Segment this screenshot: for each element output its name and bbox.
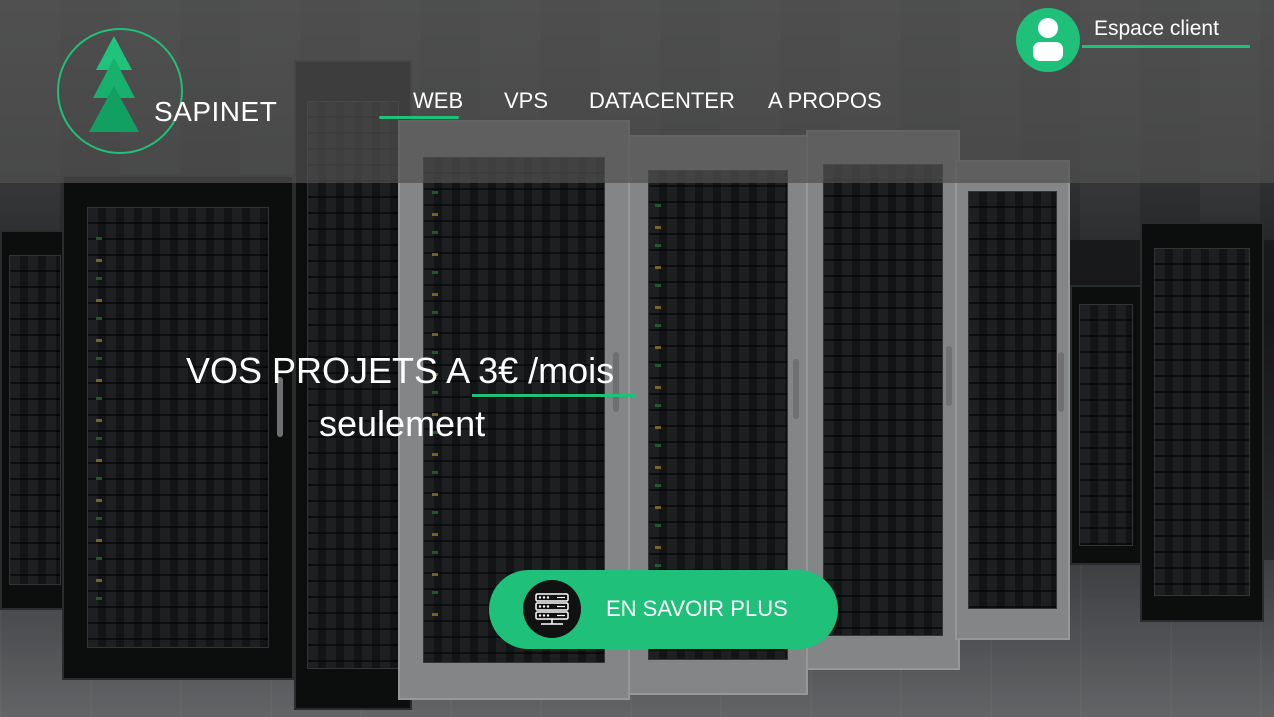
espace-client-label: Espace client — [1094, 17, 1219, 40]
sapinet-logo[interactable] — [57, 28, 183, 154]
active-nav-indicator — [379, 116, 459, 119]
espace-client-link[interactable]: Espace client — [1016, 8, 1250, 74]
client-underline — [1082, 45, 1250, 48]
en-savoir-plus-button[interactable]: EN SAVOIR PLUS — [489, 570, 838, 649]
user-icon — [1016, 8, 1080, 72]
hero-subheadline: seulement — [319, 403, 486, 444]
hero-headline: VOS PROJETS A 3€ /mois — [186, 350, 615, 391]
server-icon — [523, 580, 581, 638]
site-header: SAPINET WEB VPS DATACENTER A PROPOS Espa… — [0, 0, 1274, 183]
price-underline — [472, 394, 636, 397]
brand-name: SAPINET — [154, 96, 278, 127]
nav-item-datacenter[interactable]: DATACENTER — [589, 88, 735, 114]
cta-label: EN SAVOIR PLUS — [606, 596, 788, 621]
fir-tree-icon — [89, 36, 139, 132]
nav-item-web[interactable]: WEB — [413, 88, 463, 114]
nav-item-vps[interactable]: VPS — [504, 88, 548, 114]
nav-item-a-propos[interactable]: A PROPOS — [768, 88, 882, 114]
